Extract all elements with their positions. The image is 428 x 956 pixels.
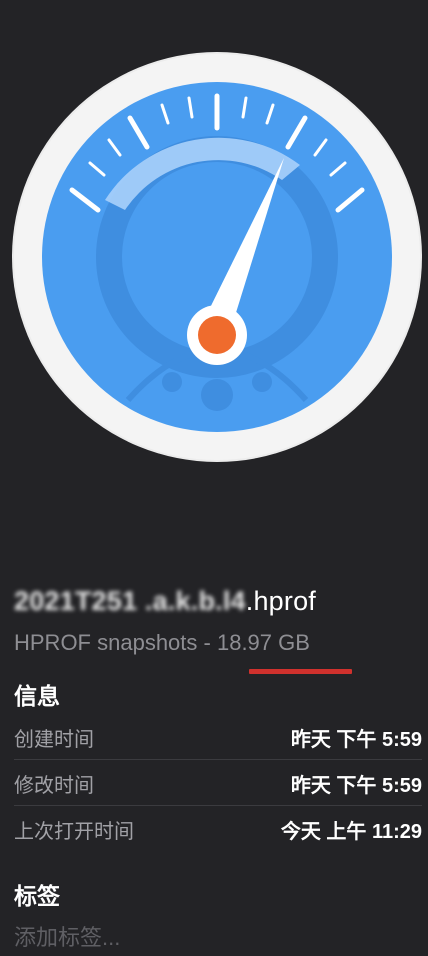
file-kind: HPROF snapshots <box>14 630 198 655</box>
created-label: 创建时间 <box>14 728 94 751</box>
add-tags-input[interactable] <box>14 922 422 954</box>
file-kind-size: HPROF snapshots - 18.97 GB <box>14 630 310 656</box>
last-opened-value: 今天 上午 11:29 <box>280 820 422 843</box>
modified-label: 修改时间 <box>14 774 94 797</box>
created-value: 昨天 下午 5:59 <box>290 728 422 751</box>
kind-size-separator: - <box>197 630 217 655</box>
modified-value: 昨天 下午 5:59 <box>290 774 422 797</box>
file-name-extension: .hprof <box>245 586 317 616</box>
file-preview <box>0 0 428 520</box>
info-row-modified: 修改时间 昨天 下午 5:59 <box>14 760 422 806</box>
info-row-last-opened: 上次打开时间 今天 上午 11:29 <box>14 806 422 852</box>
speedometer-icon <box>12 52 422 462</box>
size-underline-annotation <box>249 669 352 674</box>
file-info-panel: 2021T251 .a.k.b.l4.hprof HPROF snapshots… <box>0 0 428 956</box>
last-opened-label: 上次打开时间 <box>14 820 134 843</box>
info-section-title: 信息 <box>14 683 60 709</box>
tags-section-title: 标签 <box>14 883 60 909</box>
info-row-created: 创建时间 昨天 下午 5:59 <box>14 714 422 760</box>
file-name: 2021T251 .a.k.b.l4.hprof <box>14 586 316 617</box>
file-size: 18.97 GB <box>216 630 310 655</box>
file-name-obscured: 2021T251 .a.k.b.l4 <box>14 586 246 616</box>
